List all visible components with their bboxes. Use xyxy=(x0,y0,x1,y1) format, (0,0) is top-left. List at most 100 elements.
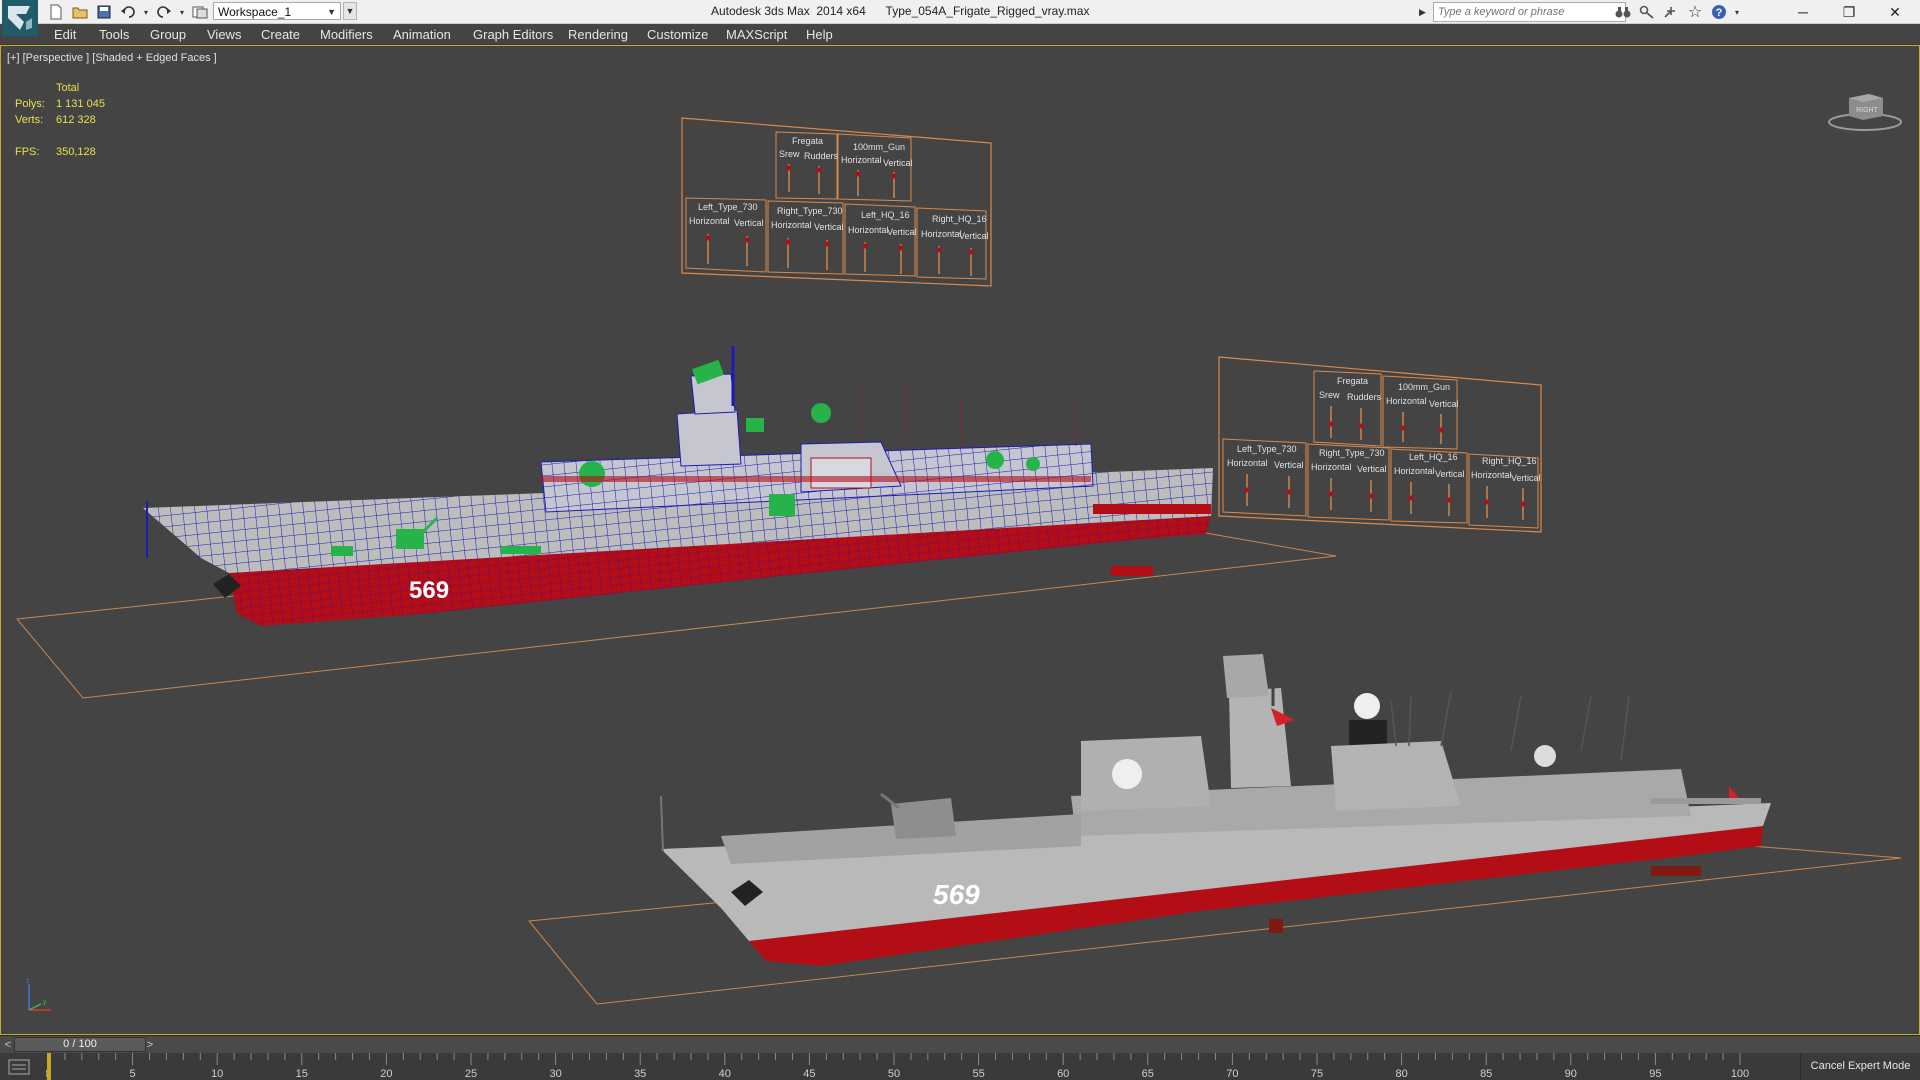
workspace-value: Workspace_1 xyxy=(218,5,292,19)
rig-rhq16-left-label: Horizontal xyxy=(921,229,962,239)
next-frame-icon[interactable]: > xyxy=(144,1037,156,1053)
axis-tripod-icon: z y xyxy=(26,978,51,1011)
undo-dropdown-icon[interactable]: ▾ xyxy=(142,3,150,21)
scene-canvas: 569 569 Fregata Srew Rudders 100mm_Gun H… xyxy=(16,117,1902,1005)
wireframe-hull-number: 569 xyxy=(409,577,449,604)
help-dropdown-icon[interactable]: ▾ xyxy=(1733,2,1741,22)
quick-access-toolbar: ▾ ▾ xyxy=(46,3,210,21)
help-icon[interactable]: ? xyxy=(1709,2,1729,22)
viewcube[interactable]: RIGHT xyxy=(1827,84,1907,134)
previous-frame-icon[interactable]: < xyxy=(2,1037,14,1053)
ruler-tick-label: 50 xyxy=(888,1068,900,1080)
ruler-tick-label: 90 xyxy=(1565,1068,1577,1080)
window-title: Autodesk 3ds Max 2014 x64 Type_054A_Frig… xyxy=(711,4,1090,18)
restore-button[interactable]: ❐ xyxy=(1826,0,1872,24)
menu-bar: Edit Tools Group Views Create Modifiers … xyxy=(0,24,1920,45)
ruler-tick-label: 55 xyxy=(972,1068,984,1080)
infocenter-tools: ☆ ? ▾ xyxy=(1613,2,1741,22)
rig2-rt730-right-label: Vertical xyxy=(1357,464,1387,474)
ruler-tick-label: 85 xyxy=(1480,1068,1492,1080)
svg-text:z: z xyxy=(26,978,30,985)
favorites-star-icon[interactable]: ☆ xyxy=(1685,2,1705,22)
redo-dropdown-icon[interactable]: ▾ xyxy=(178,3,186,21)
new-file-icon[interactable] xyxy=(46,3,66,21)
rig2-fregata-left-label: Srew xyxy=(1319,390,1340,400)
menu-maxscript[interactable]: MAXScript xyxy=(726,27,787,42)
rig2-gun-left-label: Horizontal xyxy=(1386,396,1427,406)
frigate-wireframe-model[interactable]: 569 xyxy=(143,346,1213,626)
menu-customize[interactable]: Customize xyxy=(647,27,708,42)
ruler-tick-label: 15 xyxy=(296,1068,308,1080)
rig-control-panel-right[interactable]: Fregata Srew Rudders 100mm_Gun Horizonta… xyxy=(1218,356,1542,533)
time-slider[interactable]: < 0 / 100 > xyxy=(0,1035,1920,1054)
workspace-expand-button[interactable]: ▼ xyxy=(343,2,357,20)
rig-lhq16-right-label: Vertical xyxy=(887,227,917,237)
rig-gun-right-label: Vertical xyxy=(883,158,913,168)
ruler-tick-label: 30 xyxy=(549,1068,561,1080)
rig-fregata-right-label: Rudders xyxy=(804,151,839,161)
menu-help[interactable]: Help xyxy=(806,27,833,42)
minimize-button[interactable]: ─ xyxy=(1780,0,1826,24)
infocenter-search: ▶ xyxy=(1419,2,1626,22)
rig-lt730-label: Left_Type_730 xyxy=(698,202,758,212)
rig2-rhq16-label: Right_HQ_16 xyxy=(1482,456,1537,466)
menu-create[interactable]: Create xyxy=(261,27,300,42)
ruler-tick-label: 40 xyxy=(719,1068,731,1080)
menu-views[interactable]: Views xyxy=(207,27,241,42)
open-file-icon[interactable] xyxy=(70,3,90,21)
search-input[interactable] xyxy=(1433,2,1626,22)
rig2-gun-label: 100mm_Gun xyxy=(1398,382,1450,392)
rig2-rt730-label: Right_Type_730 xyxy=(1319,448,1385,458)
title-bar: ▾ ▾ Workspace_1 ▼ ▼ Autodesk 3ds Max 201… xyxy=(0,0,1920,36)
mini-curve-editor-icon[interactable] xyxy=(6,1057,38,1077)
menu-animation[interactable]: Animation xyxy=(393,27,451,42)
time-slider-thumb[interactable]: 0 / 100 xyxy=(14,1037,146,1052)
menu-graph-editors[interactable]: Graph Editors xyxy=(473,27,553,42)
rig-rhq16-label: Right_HQ_16 xyxy=(932,214,987,224)
rig-lt730-left-label: Horizontal xyxy=(689,216,730,226)
ruler-tick-label: 10 xyxy=(211,1068,223,1080)
expand-search-icon[interactable]: ▶ xyxy=(1419,2,1431,22)
perspective-viewport[interactable]: [+] [Perspective ] [Shaded + Edged Faces… xyxy=(0,45,1920,1035)
menu-tools[interactable]: Tools xyxy=(99,27,129,42)
subscription-key-icon[interactable] xyxy=(1637,2,1657,22)
cancel-expert-mode-button[interactable]: Cancel Expert Mode xyxy=(1800,1053,1920,1080)
ruler-tick-label: 70 xyxy=(1226,1068,1238,1080)
workspace-dropdown[interactable]: Workspace_1 ▼ xyxy=(213,2,341,20)
shaded-hull-number: 569 xyxy=(933,879,980,910)
ruler-tick-label: 60 xyxy=(1057,1068,1069,1080)
undo-icon[interactable] xyxy=(118,3,138,21)
app-menu-button[interactable] xyxy=(2,0,38,36)
menu-group[interactable]: Group xyxy=(150,27,186,42)
save-file-icon[interactable] xyxy=(94,3,114,21)
close-button[interactable]: ✕ xyxy=(1872,0,1918,24)
rig2-gun-right-label: Vertical xyxy=(1429,399,1459,409)
rig2-rhq16-right-label: Vertical xyxy=(1511,473,1541,483)
rig-rt730-label: Right_Type_730 xyxy=(777,206,843,216)
trackbar-ruler[interactable]: 0510152025303540455055606570758085909510… xyxy=(46,1053,1798,1080)
menu-modifiers[interactable]: Modifiers xyxy=(320,27,373,42)
rig-gun-left-label: Horizontal xyxy=(841,155,882,165)
rig-rhq16-right-label: Vertical xyxy=(959,231,989,241)
ruler-tick-label: 80 xyxy=(1395,1068,1407,1080)
communication-center-icon[interactable] xyxy=(1661,2,1681,22)
viewcube-face-label: RIGHT xyxy=(1856,107,1879,114)
rig-rt730-right-label: Vertical xyxy=(814,222,844,232)
project-folder-icon[interactable] xyxy=(190,3,210,21)
rig2-lt730-label: Left_Type_730 xyxy=(1237,444,1297,454)
frigate-shaded-model[interactable]: 569 xyxy=(660,636,1771,966)
ruler-tick-label: 35 xyxy=(634,1068,646,1080)
rig-control-panel-top[interactable]: Fregata Srew Rudders 100mm_Gun Horizonta… xyxy=(681,117,992,287)
rig2-fregata-right-label: Rudders xyxy=(1347,392,1382,402)
current-frame-marker[interactable] xyxy=(47,1053,51,1080)
rig2-fregata-label: Fregata xyxy=(1337,376,1368,386)
menu-edit[interactable]: Edit xyxy=(54,27,76,42)
rig-gun-label: 100mm_Gun xyxy=(853,142,905,152)
menu-rendering[interactable]: Rendering xyxy=(568,27,628,42)
rig2-lt730-left-label: Horizontal xyxy=(1227,458,1268,468)
rig2-rt730-left-label: Horizontal xyxy=(1311,462,1352,472)
binoculars-icon[interactable] xyxy=(1613,2,1633,22)
rig-fregata-label: Fregata xyxy=(792,136,823,146)
rig-lhq16-left-label: Horizontal xyxy=(848,225,889,235)
redo-icon[interactable] xyxy=(154,3,174,21)
